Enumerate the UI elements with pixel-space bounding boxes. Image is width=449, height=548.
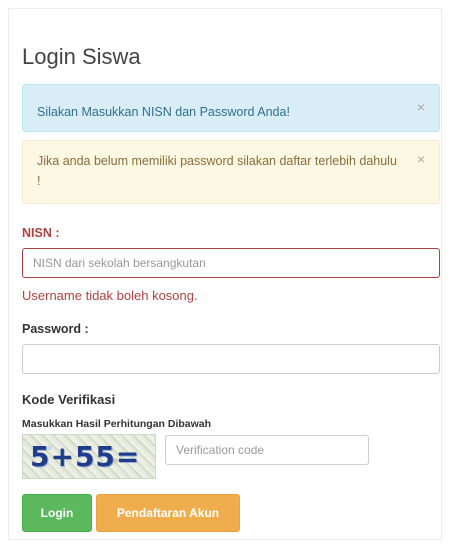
verification-code-input[interactable] bbox=[165, 435, 369, 465]
nisn-input[interactable] bbox=[22, 248, 440, 278]
captcha-image: 5+55= bbox=[22, 434, 156, 479]
page-title: Login Siswa bbox=[22, 44, 141, 69]
close-icon[interactable]: × bbox=[417, 99, 425, 115]
warning-alert: Jika anda belum memiliki password silaka… bbox=[22, 140, 440, 204]
info-alert-message: Silakan Masukkan NISN dan Password Anda! bbox=[37, 105, 290, 119]
verification-heading: Kode Verifikasi bbox=[22, 392, 116, 407]
nisn-label: NISN : bbox=[22, 226, 60, 240]
password-label: Password : bbox=[22, 322, 89, 336]
captcha-text: 5+55= bbox=[30, 440, 141, 473]
login-button[interactable]: Login bbox=[22, 494, 92, 532]
warning-alert-message: Jika anda belum memiliki password silaka… bbox=[37, 154, 397, 188]
verification-instruction: Masukkan Hasil Perhitungan Dibawah bbox=[22, 418, 212, 430]
nisn-error-message: Username tidak boleh kosong. bbox=[22, 288, 198, 303]
register-button[interactable]: Pendaftaran Akun bbox=[96, 494, 240, 532]
close-icon[interactable]: × bbox=[417, 151, 425, 167]
info-alert: Silakan Masukkan NISN dan Password Anda!… bbox=[22, 84, 440, 132]
password-input[interactable] bbox=[22, 344, 440, 374]
